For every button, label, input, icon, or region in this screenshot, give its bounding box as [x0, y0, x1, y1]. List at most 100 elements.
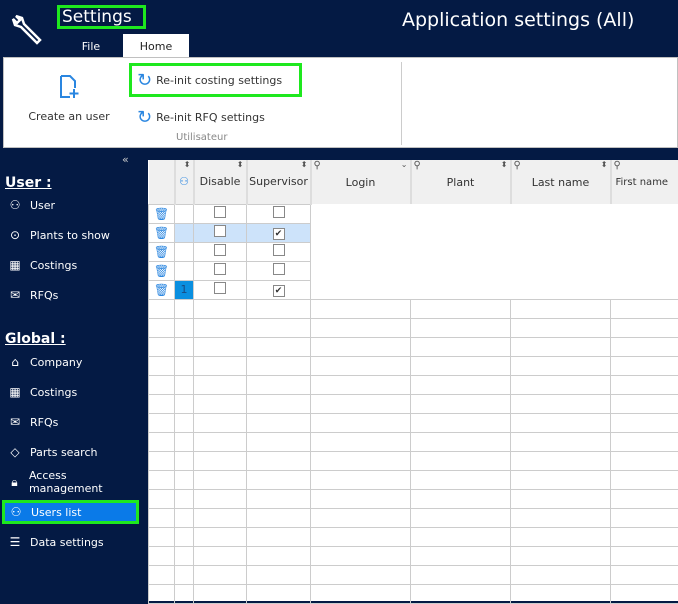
- create-user-label: Create an user: [28, 110, 109, 123]
- sidebar-item-rfqs[interactable]: ✉RFQs: [5, 283, 135, 307]
- item-label: Costings: [30, 386, 77, 399]
- reinit-rfq-button[interactable]: ↻ Re-init RFQ settings: [137, 107, 265, 128]
- sidebar-item-user[interactable]: ⚇ User: [5, 193, 135, 217]
- header-supervisor[interactable]: ⬍ Supervisor: [247, 160, 311, 204]
- sort-icon[interactable]: ⬍: [237, 160, 244, 169]
- item-label: Parts search: [30, 446, 97, 459]
- header-actions: [149, 160, 175, 204]
- page-title: Settings: [57, 5, 146, 29]
- delete-button[interactable]: 🗑︎: [149, 204, 175, 223]
- supervisor-checkbox[interactable]: [247, 204, 311, 223]
- empty-row: [149, 527, 678, 546]
- search-icon[interactable]: ⚲: [314, 160, 321, 171]
- trash-icon: 🗑︎: [154, 245, 169, 259]
- table-row[interactable]: 🗑︎ ✔: [149, 223, 678, 242]
- header-plant[interactable]: ⚲ ⬍ Plant: [411, 160, 511, 204]
- table-row[interactable]: 🗑︎: [149, 204, 678, 223]
- rfq-icon: ✉: [8, 415, 22, 429]
- search-icon[interactable]: ⚲: [514, 160, 521, 171]
- tab-home[interactable]: Home: [123, 34, 189, 57]
- disable-checkbox[interactable]: [194, 242, 247, 261]
- new-file-icon: [58, 74, 80, 100]
- supervisor-checkbox[interactable]: ✔: [247, 223, 311, 242]
- delete-button[interactable]: 🗑︎: [149, 223, 175, 242]
- create-user-button[interactable]: Create an user: [24, 74, 114, 123]
- app-title: Application settings (All): [402, 9, 634, 31]
- plant-cell: [411, 280, 511, 299]
- trash-icon: 🗑︎: [154, 283, 169, 297]
- delete-button[interactable]: 🗑︎: [149, 242, 175, 261]
- last-name-cell: [511, 261, 611, 280]
- empty-row: [149, 451, 678, 470]
- sidebar-item-costings[interactable]: ▦Costings: [5, 253, 135, 277]
- item-label: User: [30, 199, 55, 212]
- sidebar-item-access[interactable]: 🔒︎Access management: [5, 470, 135, 494]
- sort-icon[interactable]: ⬍: [301, 160, 308, 169]
- sidebar-item-parts-search[interactable]: ◇Parts search: [5, 440, 135, 464]
- sort-desc-icon[interactable]: ⌄: [401, 160, 408, 169]
- disable-checkbox[interactable]: [194, 261, 247, 280]
- empty-row: [149, 546, 678, 565]
- table-row[interactable]: 🗑︎: [149, 261, 678, 280]
- empty-row: [149, 337, 678, 356]
- column-label: Disable: [200, 175, 241, 188]
- empty-row: [149, 584, 678, 603]
- supervisor-checkbox[interactable]: ✔: [247, 280, 311, 299]
- first-name-cell: [611, 223, 678, 242]
- column-label: Supervisor: [249, 175, 308, 188]
- first-name-cell: [611, 204, 678, 223]
- delete-button[interactable]: 🗑︎: [149, 280, 175, 299]
- section-global: Global :: [5, 331, 66, 347]
- divider: [401, 62, 402, 145]
- header-user-icon[interactable]: ⬍⚇: [175, 160, 194, 204]
- last-name-cell: [511, 204, 611, 223]
- table-row[interactable]: 🗑︎ 1 ✔: [149, 280, 678, 299]
- empty-row: [149, 356, 678, 375]
- table-row[interactable]: 🗑︎: [149, 242, 678, 261]
- header-last-name[interactable]: ⚲⬍Last name: [511, 160, 611, 204]
- tab-file[interactable]: File: [68, 34, 114, 57]
- empty-row: [149, 394, 678, 413]
- sidebar-item-users-list[interactable]: ⚇ Users list: [2, 500, 139, 524]
- supervisor-checkbox[interactable]: [247, 261, 311, 280]
- header-disable[interactable]: ⬍ Disable: [194, 160, 247, 204]
- disable-checkbox[interactable]: [194, 204, 247, 223]
- supervisor-checkbox[interactable]: [247, 242, 311, 261]
- ribbon: Create an user ↻ Re-init costing setting…: [3, 57, 678, 148]
- item-label: Users list: [31, 506, 81, 519]
- collapse-icon[interactable]: «: [122, 153, 129, 166]
- sort-icon[interactable]: ⬍: [184, 160, 191, 169]
- sidebar-item-global-rfqs[interactable]: ✉RFQs: [5, 410, 135, 434]
- column-label: Plant: [447, 176, 475, 189]
- reinit-costing-label: Re-init costing settings: [156, 74, 282, 87]
- header-login[interactable]: ⚲⌄Login: [311, 160, 411, 204]
- row-marker: [175, 223, 194, 242]
- empty-row: [149, 375, 678, 394]
- disable-checkbox[interactable]: [194, 280, 247, 299]
- sidebar-item-plants[interactable]: ⊙Plants to show: [5, 223, 135, 247]
- sidebar-item-company[interactable]: ⌂Company: [5, 350, 135, 374]
- disable-checkbox[interactable]: [194, 223, 247, 242]
- sort-icon[interactable]: ⬍: [601, 160, 608, 169]
- sort-icon[interactable]: ⬍: [501, 160, 508, 169]
- app-header: Settings Application settings (All) File…: [0, 0, 678, 57]
- reinit-costing-button[interactable]: ↻ Re-init costing settings: [129, 63, 302, 97]
- sidebar-item-global-costings[interactable]: ▦ Costings: [5, 380, 135, 404]
- sidebar: « User : ⚇User ⊙Plants to show ▦Costings…: [0, 150, 141, 601]
- search-icon[interactable]: ⚲: [414, 160, 421, 171]
- login-cell: [311, 204, 411, 223]
- item-label: Access management: [29, 469, 135, 495]
- row-marker: [175, 261, 194, 280]
- plant-cell: [411, 223, 511, 242]
- delete-button[interactable]: 🗑︎: [149, 261, 175, 280]
- user-icon: ⚇: [8, 198, 22, 212]
- reinit-rfq-label: Re-init RFQ settings: [156, 111, 265, 124]
- user-icon: ⚇: [9, 505, 23, 519]
- trash-icon: 🗑︎: [154, 207, 169, 221]
- sidebar-item-data-settings[interactable]: ☰Data settings: [5, 530, 135, 554]
- header-first-name[interactable]: ⚲First name: [611, 160, 678, 204]
- search-icon[interactable]: ⚲: [614, 160, 621, 171]
- empty-row: [149, 299, 678, 318]
- calculator-icon: ▦: [8, 385, 22, 399]
- empty-row: [149, 565, 678, 584]
